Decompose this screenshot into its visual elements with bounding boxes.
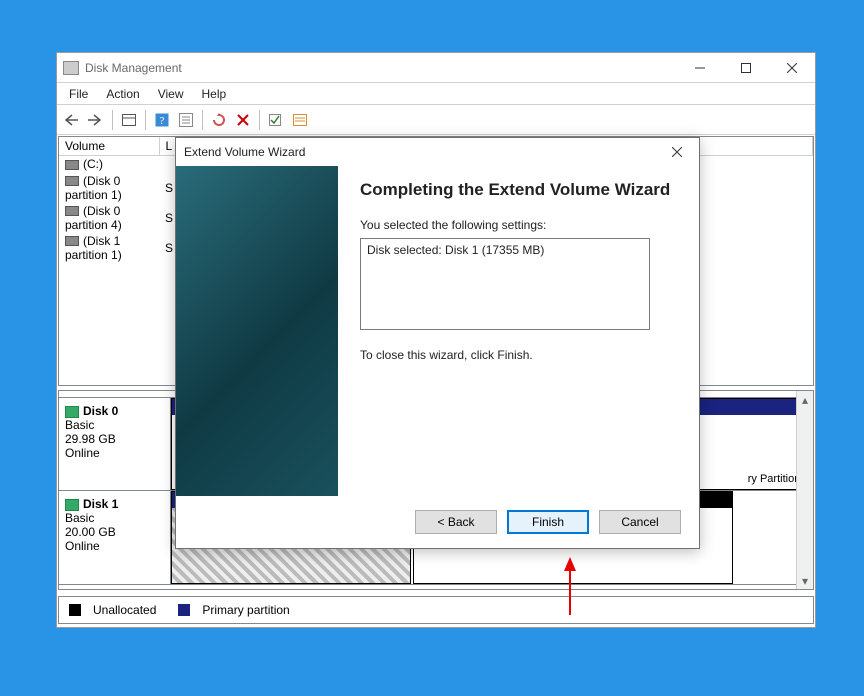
maximize-button[interactable] [723, 53, 769, 83]
window-controls [677, 53, 815, 83]
disk-label[interactable]: Disk 0 Basic 29.98 GB Online [59, 398, 171, 490]
settings-button[interactable] [175, 109, 197, 131]
wizard-titlebar[interactable]: Extend Volume Wizard [176, 138, 699, 166]
menu-file[interactable]: File [61, 85, 96, 103]
wizard-body: Completing the Extend Volume Wizard You … [176, 166, 699, 496]
finish-button[interactable]: Finish [507, 510, 589, 534]
toolbar-separator [202, 110, 203, 130]
wizard-summary-box: Disk selected: Disk 1 (17355 MB) [360, 238, 650, 330]
drive-icon [65, 206, 79, 216]
wizard-summary-text: Disk selected: Disk 1 (17355 MB) [367, 243, 544, 257]
scroll-up-button[interactable]: ▴ [797, 391, 813, 408]
wizard-closing: To close this wizard, click Finish. [360, 348, 677, 362]
legend-swatch-unallocated [69, 604, 81, 616]
toolbar-separator [259, 110, 260, 130]
menubar: File Action View Help [57, 83, 815, 105]
legend-swatch-primary [178, 604, 190, 616]
wizard-side-graphic [176, 166, 338, 496]
app-title: Disk Management [85, 61, 677, 75]
wizard-title: Extend Volume Wizard [184, 145, 305, 159]
vertical-scrollbar[interactable]: ▴ ▾ [796, 391, 813, 589]
drive-icon [65, 160, 79, 170]
legend: Unallocated Primary partition [58, 596, 814, 624]
list-tool-button[interactable] [289, 109, 311, 131]
wizard-heading: Completing the Extend Volume Wizard [360, 180, 677, 200]
refresh-button[interactable] [208, 109, 230, 131]
help-button[interactable]: ? [151, 109, 173, 131]
menu-view[interactable]: View [150, 85, 192, 103]
scroll-down-button[interactable]: ▾ [797, 572, 813, 589]
toolbar: ? [57, 105, 815, 135]
toolbar-separator [112, 110, 113, 130]
wizard-content: Completing the Extend Volume Wizard You … [338, 166, 699, 496]
cancel-button[interactable]: Cancel [599, 510, 681, 534]
toolbar-separator [145, 110, 146, 130]
disk-icon [65, 499, 79, 511]
back-button[interactable]: < Back [415, 510, 497, 534]
close-button[interactable] [769, 53, 815, 83]
legend-label-primary: Primary partition [202, 603, 289, 617]
menu-action[interactable]: Action [98, 85, 147, 103]
disk-label[interactable]: Disk 1 Basic 20.00 GB Online [59, 491, 171, 584]
delete-button[interactable] [232, 109, 254, 131]
svg-text:?: ? [160, 115, 165, 127]
disk-icon [65, 406, 79, 418]
wizard-intro: You selected the following settings: [360, 218, 677, 232]
back-button[interactable] [61, 109, 83, 131]
drive-icon [65, 176, 79, 186]
extend-volume-wizard-dialog: Extend Volume Wizard Completing the Exte… [175, 137, 700, 549]
legend-label-unallocated: Unallocated [93, 603, 156, 617]
wizard-footer: < Back Finish Cancel [176, 496, 699, 548]
checkbox-tool-button[interactable] [265, 109, 287, 131]
menu-help[interactable]: Help [194, 85, 235, 103]
forward-button[interactable] [85, 109, 107, 131]
col-volume[interactable]: Volume [59, 137, 159, 156]
wizard-close-button[interactable] [663, 140, 691, 164]
app-icon [63, 61, 79, 75]
minimize-button[interactable] [677, 53, 723, 83]
show-hide-console-button[interactable] [118, 109, 140, 131]
drive-icon [65, 236, 79, 246]
scroll-track[interactable] [797, 408, 813, 572]
titlebar[interactable]: Disk Management [57, 53, 815, 83]
